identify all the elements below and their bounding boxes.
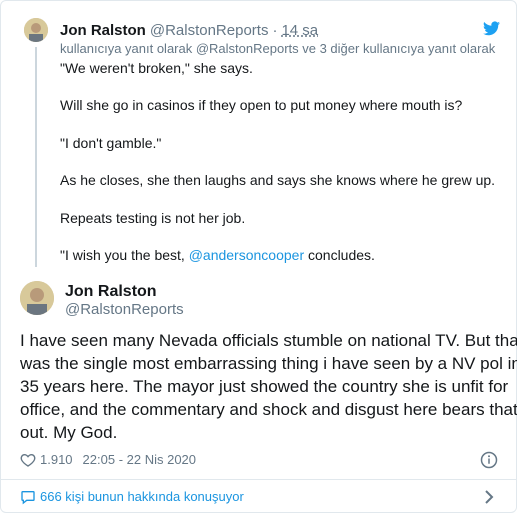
parent-text-line: "We weren't broken," she says. bbox=[60, 60, 253, 76]
parent-text-line: "I don't gamble." bbox=[60, 135, 162, 151]
parent-text-line: "I wish you the best, @andersoncooper co… bbox=[60, 246, 375, 264]
heart-icon[interactable] bbox=[20, 452, 36, 468]
tweet-text-line: out. My God. bbox=[20, 423, 118, 442]
parent-text-line: As he closes, she then laughs and says s… bbox=[60, 172, 496, 188]
like-count[interactable]: 1.910 bbox=[40, 451, 73, 469]
tweet-text-line: office, and the commentary and shock and… bbox=[20, 400, 517, 419]
tweet-text-line: was the single most embarrassing thing i… bbox=[20, 354, 517, 373]
thread-line bbox=[35, 47, 37, 267]
parent-text-line: Will she go in casinos if they open to p… bbox=[60, 97, 463, 113]
discussion-link[interactable]: 666 kişi bunun hakkında konuşuyor bbox=[1, 480, 516, 512]
parent-avatar[interactable] bbox=[24, 18, 48, 42]
tweet-embed-card: Jon Ralston @RalstonReports · 14 sa kullanı… bbox=[0, 0, 517, 513]
twitter-bird-icon[interactable] bbox=[483, 21, 500, 36]
mention-link[interactable]: @andersoncooper bbox=[189, 247, 304, 263]
quote-suffix: concludes. bbox=[304, 247, 375, 263]
parent-time-link[interactable]: 14 sa bbox=[281, 22, 318, 39]
info-icon[interactable] bbox=[480, 451, 498, 469]
main-avatar[interactable] bbox=[20, 281, 54, 315]
tweet-meta: 1.910 22:05 - 22 Nis 2020 bbox=[20, 451, 196, 469]
tweet-timestamp[interactable]: 22:05 - 22 Nis 2020 bbox=[83, 451, 196, 469]
parent-tweet[interactable]: Jon Ralston @RalstonReports · 14 sa kullanı… bbox=[1, 1, 516, 269]
reply-context: kullanıcıya yanıt olarak @RalstonReports… bbox=[60, 41, 496, 56]
main-tweet-text: I have seen many Nevada officials stumbl… bbox=[20, 329, 517, 444]
parent-author-name[interactable]: Jon Ralston bbox=[60, 22, 146, 39]
quote-prefix: "I wish you the best, bbox=[60, 247, 189, 263]
tweet-text-line: I have seen many Nevada officials stumbl… bbox=[20, 331, 517, 350]
separator-dot: · bbox=[272, 22, 278, 39]
parent-text-line: Repeats testing is not her job. bbox=[60, 210, 246, 226]
parent-author-handle[interactable]: @RalstonReports bbox=[150, 22, 269, 39]
speech-bubble-icon bbox=[21, 491, 35, 505]
parent-header: Jon Ralston @RalstonReports · 14 sa bbox=[60, 22, 318, 40]
chevron-right-icon[interactable] bbox=[483, 489, 495, 505]
main-author-name[interactable]: Jon Ralston bbox=[65, 282, 157, 302]
main-author-handle[interactable]: @RalstonReports bbox=[65, 301, 184, 319]
discussion-label[interactable]: 666 kişi bunun hakkında konuşuyor bbox=[40, 489, 244, 505]
tweet-text-line: 35 years here. The mayor just showed the… bbox=[20, 377, 509, 396]
